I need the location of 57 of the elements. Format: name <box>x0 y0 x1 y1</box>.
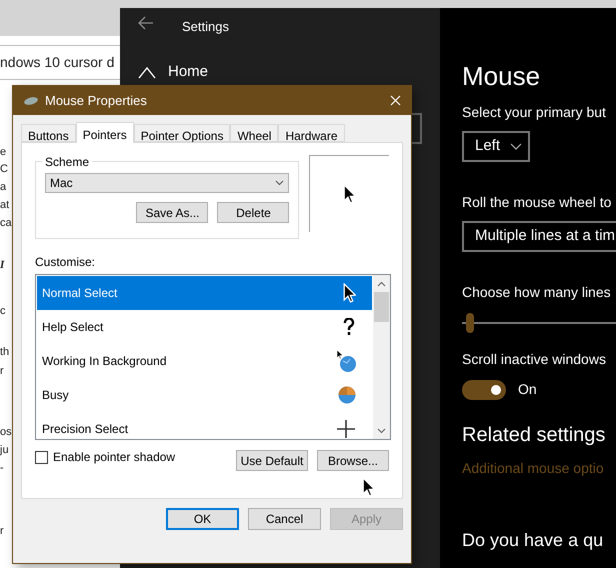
slider-thumb[interactable] <box>466 313 474 333</box>
arrow-cursor-icon <box>343 283 356 303</box>
dropdown[interactable]: Left <box>462 131 530 162</box>
window-title: Settings <box>182 18 229 36</box>
page-text-fragment: ju <box>0 443 9 457</box>
nav-item[interactable]: Home <box>168 63 208 81</box>
dropdown[interactable]: Multiple lines at a tim <box>462 221 616 252</box>
crosshair-icon <box>336 419 356 439</box>
scrollbar[interactable] <box>373 275 390 439</box>
arrow-cursor-icon <box>343 184 356 204</box>
section-heading: Do you have a qu <box>462 529 604 552</box>
question-mark-icon <box>342 318 356 336</box>
toggle-state: On <box>518 380 537 399</box>
page-text-fragment: th <box>0 345 10 359</box>
page-text-fragment: os <box>0 425 12 439</box>
list-button[interactable]: Use Default <box>236 450 308 471</box>
page-text-fragment: r <box>0 524 4 538</box>
tab[interactable]: Buttons <box>21 124 76 142</box>
tab[interactable]: Wheel <box>230 124 278 142</box>
list-button[interactable]: Browse... <box>317 450 389 471</box>
page-text-fragment: C <box>0 162 8 176</box>
page-text-fragment: I <box>0 258 4 272</box>
list-item[interactable]: Normal Select <box>37 276 372 310</box>
setting-label: Scroll inactive windows <box>462 350 607 369</box>
page-text-fragment: a <box>0 180 6 194</box>
toggle-switch[interactable] <box>462 380 506 400</box>
page-text-fragment: - <box>0 461 4 475</box>
scheme-button[interactable]: Save As... <box>136 202 208 223</box>
setting-label: Select your primary but <box>462 103 607 122</box>
chevron-down-icon <box>510 143 522 150</box>
section-heading: Related settings <box>462 423 606 448</box>
page-text-fragment: r <box>0 364 4 378</box>
home-icon[interactable] <box>138 66 156 80</box>
tab[interactable]: Pointers <box>76 122 134 143</box>
checkbox-label: Enable pointer shadow <box>53 449 176 466</box>
mouse-icon <box>23 96 39 106</box>
checkbox[interactable] <box>35 450 48 464</box>
scroll-thumb[interactable] <box>374 292 389 322</box>
page-text-fragment: c <box>0 304 6 318</box>
list-label: Customise: <box>35 254 96 271</box>
dialog-title: Mouse Properties <box>45 92 148 110</box>
page-heading: Mouse <box>462 60 542 92</box>
dialog-button[interactable]: OK <box>166 508 239 530</box>
back-arrow-icon[interactable] <box>138 16 154 30</box>
page-text-fragment: e <box>0 145 6 159</box>
tab[interactable]: Pointer Options <box>134 124 230 142</box>
page-text-fragment: ca <box>0 216 12 230</box>
dialog-button[interactable]: Cancel <box>248 508 321 530</box>
setting-label: Roll the mouse wheel to <box>462 193 612 212</box>
page-text-fragment: at <box>0 198 10 212</box>
chevron-down-icon <box>275 180 284 186</box>
slider[interactable] <box>462 313 616 333</box>
setting-label: Choose how many lines <box>462 283 612 302</box>
close-icon[interactable] <box>390 95 401 106</box>
scheme-dropdown[interactable]: Mac <box>45 173 290 193</box>
tab[interactable]: Hardware <box>278 124 344 142</box>
scheme-button[interactable]: Delete <box>217 202 290 223</box>
